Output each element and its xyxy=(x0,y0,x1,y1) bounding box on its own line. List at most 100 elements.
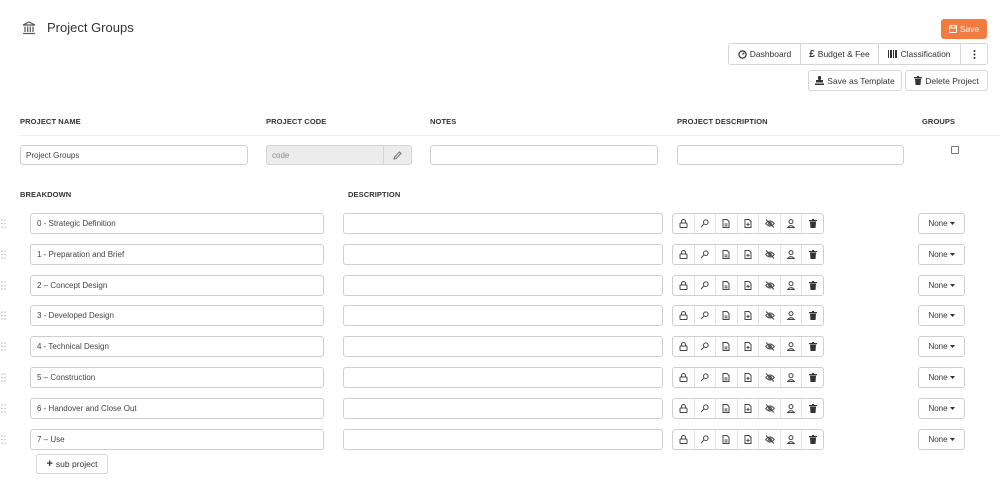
project-name-input[interactable]: Project Groups xyxy=(20,145,248,165)
key-icon[interactable] xyxy=(695,368,717,387)
key-icon[interactable] xyxy=(695,399,717,418)
group-select[interactable]: None xyxy=(918,213,965,234)
eye-off-icon[interactable] xyxy=(759,276,781,295)
key-icon[interactable] xyxy=(695,245,717,264)
document-plus-icon[interactable] xyxy=(738,337,760,356)
delete-project-button[interactable]: Delete Project xyxy=(905,70,988,91)
classification-button[interactable]: Classification xyxy=(879,44,961,64)
save-button[interactable]: Save xyxy=(941,19,987,39)
group-select[interactable]: None xyxy=(918,275,965,296)
breakdown-description-input[interactable] xyxy=(343,244,663,265)
group-select[interactable]: None xyxy=(918,398,965,419)
document-plus-icon[interactable] xyxy=(738,245,760,264)
drag-handle-icon[interactable] xyxy=(1,281,6,290)
key-icon[interactable] xyxy=(695,214,717,233)
eye-off-icon[interactable] xyxy=(759,245,781,264)
eye-off-icon[interactable] xyxy=(759,399,781,418)
document-icon[interactable] xyxy=(716,306,738,325)
document-icon[interactable] xyxy=(716,430,738,449)
document-icon[interactable] xyxy=(716,399,738,418)
drag-handle-icon[interactable] xyxy=(1,311,6,320)
trash-icon[interactable] xyxy=(802,399,823,418)
breakdown-description-input[interactable] xyxy=(343,367,663,388)
key-icon[interactable] xyxy=(695,306,717,325)
document-icon[interactable] xyxy=(716,214,738,233)
breakdown-name-input[interactable]: 5 – Construction xyxy=(30,367,324,388)
pencil-icon[interactable] xyxy=(383,146,411,164)
document-plus-icon[interactable] xyxy=(738,368,760,387)
save-as-template-button[interactable]: Save as Template xyxy=(808,70,902,91)
user-icon[interactable] xyxy=(781,337,803,356)
document-icon[interactable] xyxy=(716,368,738,387)
document-icon[interactable] xyxy=(716,245,738,264)
lock-icon[interactable] xyxy=(673,337,695,356)
drag-handle-icon[interactable] xyxy=(1,435,6,444)
trash-icon[interactable] xyxy=(802,337,823,356)
key-icon[interactable] xyxy=(695,276,717,295)
groups-checkbox[interactable] xyxy=(951,146,959,154)
drag-handle-icon[interactable] xyxy=(1,219,6,228)
budget-fee-button[interactable]: £ Budget & Fee xyxy=(801,44,879,64)
eye-off-icon[interactable] xyxy=(759,337,781,356)
project-description-input[interactable] xyxy=(677,145,904,165)
more-options-button[interactable] xyxy=(961,44,987,64)
document-plus-icon[interactable] xyxy=(738,214,760,233)
group-select[interactable]: None xyxy=(918,367,965,388)
key-icon[interactable] xyxy=(695,430,717,449)
trash-icon[interactable] xyxy=(802,245,823,264)
breakdown-name-input[interactable]: 0 - Strategic Definition xyxy=(30,213,324,234)
breakdown-name-input[interactable]: 1 - Preparation and Brief xyxy=(30,244,324,265)
drag-handle-icon[interactable] xyxy=(1,404,6,413)
trash-icon[interactable] xyxy=(802,430,823,449)
drag-handle-icon[interactable] xyxy=(1,250,6,259)
group-select[interactable]: None xyxy=(918,305,965,326)
user-icon[interactable] xyxy=(781,245,803,264)
user-icon[interactable] xyxy=(781,276,803,295)
drag-handle-icon[interactable] xyxy=(1,342,6,351)
breakdown-description-input[interactable] xyxy=(343,429,663,450)
user-icon[interactable] xyxy=(781,399,803,418)
lock-icon[interactable] xyxy=(673,368,695,387)
project-code-input[interactable]: code xyxy=(266,145,412,165)
document-plus-icon[interactable] xyxy=(738,430,760,449)
breakdown-name-input[interactable]: 6 - Handover and Close Out xyxy=(30,398,324,419)
user-icon[interactable] xyxy=(781,214,803,233)
user-icon[interactable] xyxy=(781,368,803,387)
trash-icon[interactable] xyxy=(802,306,823,325)
lock-icon[interactable] xyxy=(673,306,695,325)
document-plus-icon[interactable] xyxy=(738,306,760,325)
lock-icon[interactable] xyxy=(673,245,695,264)
document-plus-icon[interactable] xyxy=(738,276,760,295)
breakdown-name-input[interactable]: 3 - Developed Design xyxy=(30,305,324,326)
breakdown-description-input[interactable] xyxy=(343,213,663,234)
group-select[interactable]: None xyxy=(918,244,965,265)
eye-off-icon[interactable] xyxy=(759,306,781,325)
lock-icon[interactable] xyxy=(673,276,695,295)
breakdown-name-input[interactable]: 2 – Concept Design xyxy=(30,275,324,296)
notes-input[interactable] xyxy=(430,145,658,165)
trash-icon[interactable] xyxy=(802,276,823,295)
breakdown-description-input[interactable] xyxy=(343,398,663,419)
breakdown-description-input[interactable] xyxy=(343,305,663,326)
document-icon[interactable] xyxy=(716,276,738,295)
lock-icon[interactable] xyxy=(673,430,695,449)
dashboard-button[interactable]: Dashboard xyxy=(729,44,801,64)
eye-off-icon[interactable] xyxy=(759,430,781,449)
document-plus-icon[interactable] xyxy=(738,399,760,418)
lock-icon[interactable] xyxy=(673,399,695,418)
group-select[interactable]: None xyxy=(918,429,965,450)
document-icon[interactable] xyxy=(716,337,738,356)
trash-icon[interactable] xyxy=(802,368,823,387)
eye-off-icon[interactable] xyxy=(759,368,781,387)
drag-handle-icon[interactable] xyxy=(1,373,6,382)
trash-icon[interactable] xyxy=(802,214,823,233)
key-icon[interactable] xyxy=(695,337,717,356)
breakdown-description-input[interactable] xyxy=(343,336,663,357)
breakdown-name-input[interactable]: 7 – Use xyxy=(30,429,324,450)
add-sub-project-button[interactable]: + sub project xyxy=(36,454,108,474)
breakdown-description-input[interactable] xyxy=(343,275,663,296)
eye-off-icon[interactable] xyxy=(759,214,781,233)
breakdown-name-input[interactable]: 4 - Technical Design xyxy=(30,336,324,357)
lock-icon[interactable] xyxy=(673,214,695,233)
group-select[interactable]: None xyxy=(918,336,965,357)
